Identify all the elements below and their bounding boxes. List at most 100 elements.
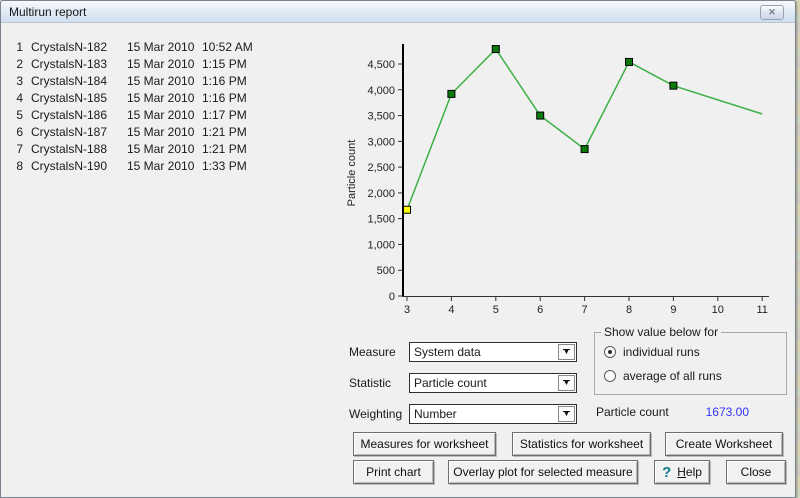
- button-label: Help: [677, 465, 702, 479]
- run-time: 1:16 PM: [202, 90, 247, 107]
- run-name: CrystalsN-187: [31, 124, 127, 141]
- chevron-down-icon[interactable]: ▼: [558, 406, 575, 422]
- radio-label: average of all runs: [623, 369, 722, 383]
- run-n: 2: [9, 56, 23, 73]
- measure-label: Measure: [349, 345, 396, 359]
- svg-text:10: 10: [712, 304, 724, 316]
- run-name: CrystalsN-188: [31, 141, 127, 158]
- particle-count-label: Particle count: [596, 405, 669, 419]
- measure-combobox[interactable]: System data ▼: [409, 342, 577, 362]
- run-name: CrystalsN-185: [31, 90, 127, 107]
- run-n: 8: [9, 158, 23, 175]
- chart-point[interactable]: [670, 82, 677, 89]
- create-worksheet-button[interactable]: Create Worksheet: [665, 432, 783, 456]
- multirun-report-dialog: Multirun report ✕ 1CrystalsN-18215 Mar 2…: [0, 0, 796, 498]
- svg-text:3: 3: [404, 304, 410, 316]
- run-name: CrystalsN-182: [31, 39, 127, 56]
- svg-text:Particle count: Particle count: [346, 140, 358, 207]
- statistic-combobox[interactable]: Particle count ▼: [409, 373, 577, 393]
- list-item[interactable]: 8CrystalsN-19015 Mar 20101:33 PM: [9, 158, 253, 175]
- svg-text:8: 8: [626, 304, 632, 316]
- chart-point[interactable]: [626, 58, 633, 65]
- svg-text:0: 0: [389, 291, 395, 303]
- run-time: 1:17 PM: [202, 107, 247, 124]
- help-icon: ?: [662, 464, 671, 481]
- run-n: 7: [9, 141, 23, 158]
- run-date: 15 Mar 2010: [127, 141, 202, 158]
- run-n: 1: [9, 39, 23, 56]
- chevron-down-icon[interactable]: ▼: [558, 344, 575, 360]
- chart-point[interactable]: [581, 146, 588, 153]
- measures-for-worksheet-button[interactable]: Measures for worksheet: [353, 432, 496, 456]
- title-bar[interactable]: Multirun report ✕: [1, 1, 795, 23]
- chart-point-selected[interactable]: [404, 206, 411, 213]
- weighting-label: Weighting: [349, 407, 402, 421]
- run-time: 1:21 PM: [202, 124, 247, 141]
- run-time: 10:52 AM: [202, 39, 253, 56]
- weighting-combobox[interactable]: Number ▼: [409, 404, 577, 424]
- list-item[interactable]: 2CrystalsN-18315 Mar 20101:15 PM: [9, 56, 253, 73]
- list-item[interactable]: 4 CrystalsN-18515 Mar 20101:16 PM: [9, 90, 253, 107]
- run-date: 15 Mar 2010: [127, 90, 202, 107]
- chart-point[interactable]: [492, 46, 499, 53]
- radio-button-icon[interactable]: [604, 346, 616, 358]
- run-name: CrystalsN-183: [31, 56, 127, 73]
- list-item[interactable]: 7 CrystalsN-18815 Mar 20101:21 PM: [9, 141, 253, 158]
- svg-text:1,500: 1,500: [367, 214, 395, 226]
- list-item[interactable]: 5CrystalsN-18615 Mar 20101:17 PM: [9, 107, 253, 124]
- run-time: 1:21 PM: [202, 141, 247, 158]
- particle-count-value: 1673.00: [689, 405, 749, 419]
- statistics-for-worksheet-button[interactable]: Statistics for worksheet: [512, 432, 651, 456]
- list-item[interactable]: 6 CrystalsN-18715 Mar 20101:21 PM: [9, 124, 253, 141]
- run-n: 5: [9, 107, 23, 124]
- run-n: 3: [9, 73, 23, 90]
- run-name: CrystalsN-184: [31, 73, 127, 90]
- svg-text:6: 6: [537, 304, 543, 316]
- svg-text:4,000: 4,000: [367, 85, 395, 97]
- svg-text:7: 7: [582, 304, 588, 316]
- statistic-label: Statistic: [349, 376, 391, 390]
- show-value-groupbox: Show value below for individual runs ave…: [594, 332, 787, 395]
- run-name: CrystalsN-186: [31, 107, 127, 124]
- help-button[interactable]: ? Help: [654, 460, 710, 484]
- svg-text:5: 5: [493, 304, 499, 316]
- radio-individual-runs[interactable]: individual runs: [604, 345, 700, 359]
- chart-svg: 05001,0001,5002,0002,5003,0003,5004,0004…: [341, 33, 793, 321]
- run-list: 1CrystalsN-18215 Mar 201010:52 AM2Crysta…: [9, 39, 253, 175]
- run-date: 15 Mar 2010: [127, 56, 202, 73]
- svg-text:3,500: 3,500: [367, 111, 395, 123]
- radio-button-icon[interactable]: [604, 370, 616, 382]
- button-label: Measures for worksheet: [360, 437, 488, 451]
- desktop-background-strip: [796, 0, 800, 498]
- chart-point[interactable]: [448, 90, 455, 97]
- run-date: 15 Mar 2010: [127, 73, 202, 90]
- svg-text:3,000: 3,000: [367, 136, 395, 148]
- close-button[interactable]: Close: [726, 460, 786, 484]
- print-chart-button[interactable]: Print chart: [353, 460, 434, 484]
- list-item[interactable]: 1 CrystalsN-18215 Mar 201010:52 AM: [9, 39, 253, 56]
- run-n: 4: [9, 90, 23, 107]
- button-label: Close: [741, 465, 772, 479]
- run-n: 6: [9, 124, 23, 141]
- radio-average-of-all-runs[interactable]: average of all runs: [604, 369, 722, 383]
- chevron-down-icon[interactable]: ▼: [558, 375, 575, 391]
- chart-point[interactable]: [537, 112, 544, 119]
- button-label: Create Worksheet: [676, 437, 773, 451]
- list-item[interactable]: 3CrystalsN-18415 Mar 20101:16 PM: [9, 73, 253, 90]
- run-date: 15 Mar 2010: [127, 39, 202, 56]
- svg-text:11: 11: [756, 304, 767, 316]
- close-window-button[interactable]: ✕: [760, 5, 784, 20]
- run-name: CrystalsN-190: [31, 158, 127, 175]
- overlay-plot-button[interactable]: Overlay plot for selected measure: [448, 460, 638, 484]
- button-label: Print chart: [366, 465, 421, 479]
- svg-text:4: 4: [448, 304, 454, 316]
- svg-text:2,500: 2,500: [367, 162, 395, 174]
- svg-text:500: 500: [377, 265, 395, 277]
- close-icon: ✕: [768, 7, 776, 18]
- groupbox-title: Show value below for: [601, 325, 721, 339]
- button-label: Overlay plot for selected measure: [453, 465, 632, 479]
- window-title: Multirun report: [9, 5, 86, 19]
- svg-text:1,000: 1,000: [367, 239, 395, 251]
- run-date: 15 Mar 2010: [127, 124, 202, 141]
- svg-text:4,500: 4,500: [367, 59, 395, 71]
